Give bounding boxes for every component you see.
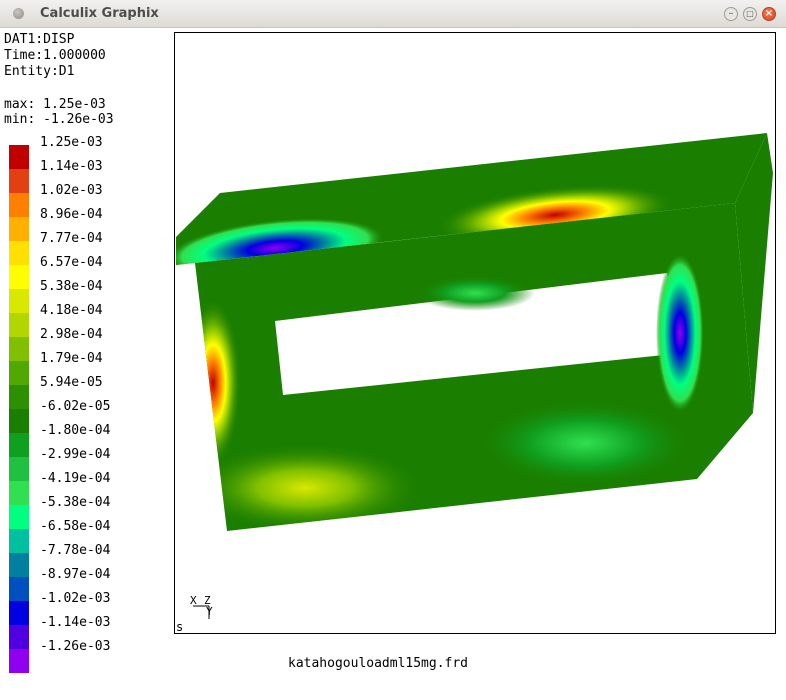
- legend-label: -6.02e-05: [40, 399, 111, 414]
- legend-label: 1.02e-03: [40, 183, 103, 198]
- maximize-icon[interactable]: □: [743, 7, 757, 21]
- minimize-icon[interactable]: –: [724, 7, 738, 21]
- legend-swatch: [9, 169, 29, 193]
- legend-label: -1.26e-03: [40, 639, 111, 654]
- legend-swatch: [9, 433, 29, 457]
- legend-label: -5.38e-04: [40, 495, 111, 510]
- legend-label: 5.94e-05: [40, 375, 103, 390]
- legend-swatch: [9, 193, 29, 217]
- legend-swatch: [9, 385, 29, 409]
- legend-label: 1.25e-03: [40, 135, 103, 150]
- title-bar: Calculix Graphix – □ ×: [0, 0, 786, 28]
- legend-label: -4.19e-04: [40, 471, 111, 486]
- legend-swatch: [9, 649, 29, 673]
- window-menu-icon[interactable]: [13, 8, 24, 19]
- legend-swatch: [9, 409, 29, 433]
- legend-label: 5.38e-04: [40, 279, 103, 294]
- legend-label: -1.14e-03: [40, 615, 111, 630]
- max-label: max: 1.25e-03: [4, 97, 106, 112]
- legend-label: -1.02e-03: [40, 591, 111, 606]
- legend-label: 2.98e-04: [40, 327, 103, 342]
- min-label: min: -1.26e-03: [4, 112, 114, 127]
- graphics-viewport[interactable]: X Z Y s: [174, 32, 776, 634]
- legend-label: 1.79e-04: [40, 351, 103, 366]
- legend-swatch: [9, 241, 29, 265]
- legend-label: -2.99e-04: [40, 447, 111, 462]
- legend-label: 1.14e-03: [40, 159, 103, 174]
- time-label: Time:1.000000: [4, 48, 106, 63]
- legend-swatch: [9, 289, 29, 313]
- close-icon[interactable]: ×: [762, 7, 776, 21]
- legend-label: -7.78e-04: [40, 543, 111, 558]
- legend-label: 7.77e-04: [40, 231, 103, 246]
- fem-model-plot: [176, 133, 773, 531]
- legend-label: 8.96e-04: [40, 207, 103, 222]
- window-title: Calculix Graphix: [40, 6, 159, 21]
- legend-swatch: [9, 601, 29, 625]
- legend-swatch: [9, 529, 29, 553]
- viewport-corner-label: s: [176, 620, 184, 634]
- legend-label: -6.58e-04: [40, 519, 111, 534]
- legend-swatch: [9, 217, 29, 241]
- legend-swatch: [9, 265, 29, 289]
- legend-label: 6.57e-04: [40, 255, 103, 270]
- legend-swatch: [9, 625, 29, 649]
- legend-swatch: [9, 337, 29, 361]
- legend-swatch: [9, 577, 29, 601]
- legend-label: -1.80e-04: [40, 423, 111, 438]
- legend-swatch: [9, 313, 29, 337]
- legend-swatch: [9, 457, 29, 481]
- filename-label: katahogouloadml15mg.frd: [288, 656, 469, 671]
- entity-label: Entity:D1: [4, 64, 75, 79]
- legend-swatch: [9, 553, 29, 577]
- legend-label: 4.18e-04: [40, 303, 103, 318]
- legend-label: -8.97e-04: [40, 567, 111, 582]
- legend-swatch: [9, 505, 29, 529]
- axis-triad-icon: [193, 605, 210, 619]
- legend-swatch: [9, 481, 29, 505]
- legend-swatch: [9, 361, 29, 385]
- dataset-label: DAT1:DISP: [4, 32, 75, 47]
- legend-swatch: [9, 145, 29, 169]
